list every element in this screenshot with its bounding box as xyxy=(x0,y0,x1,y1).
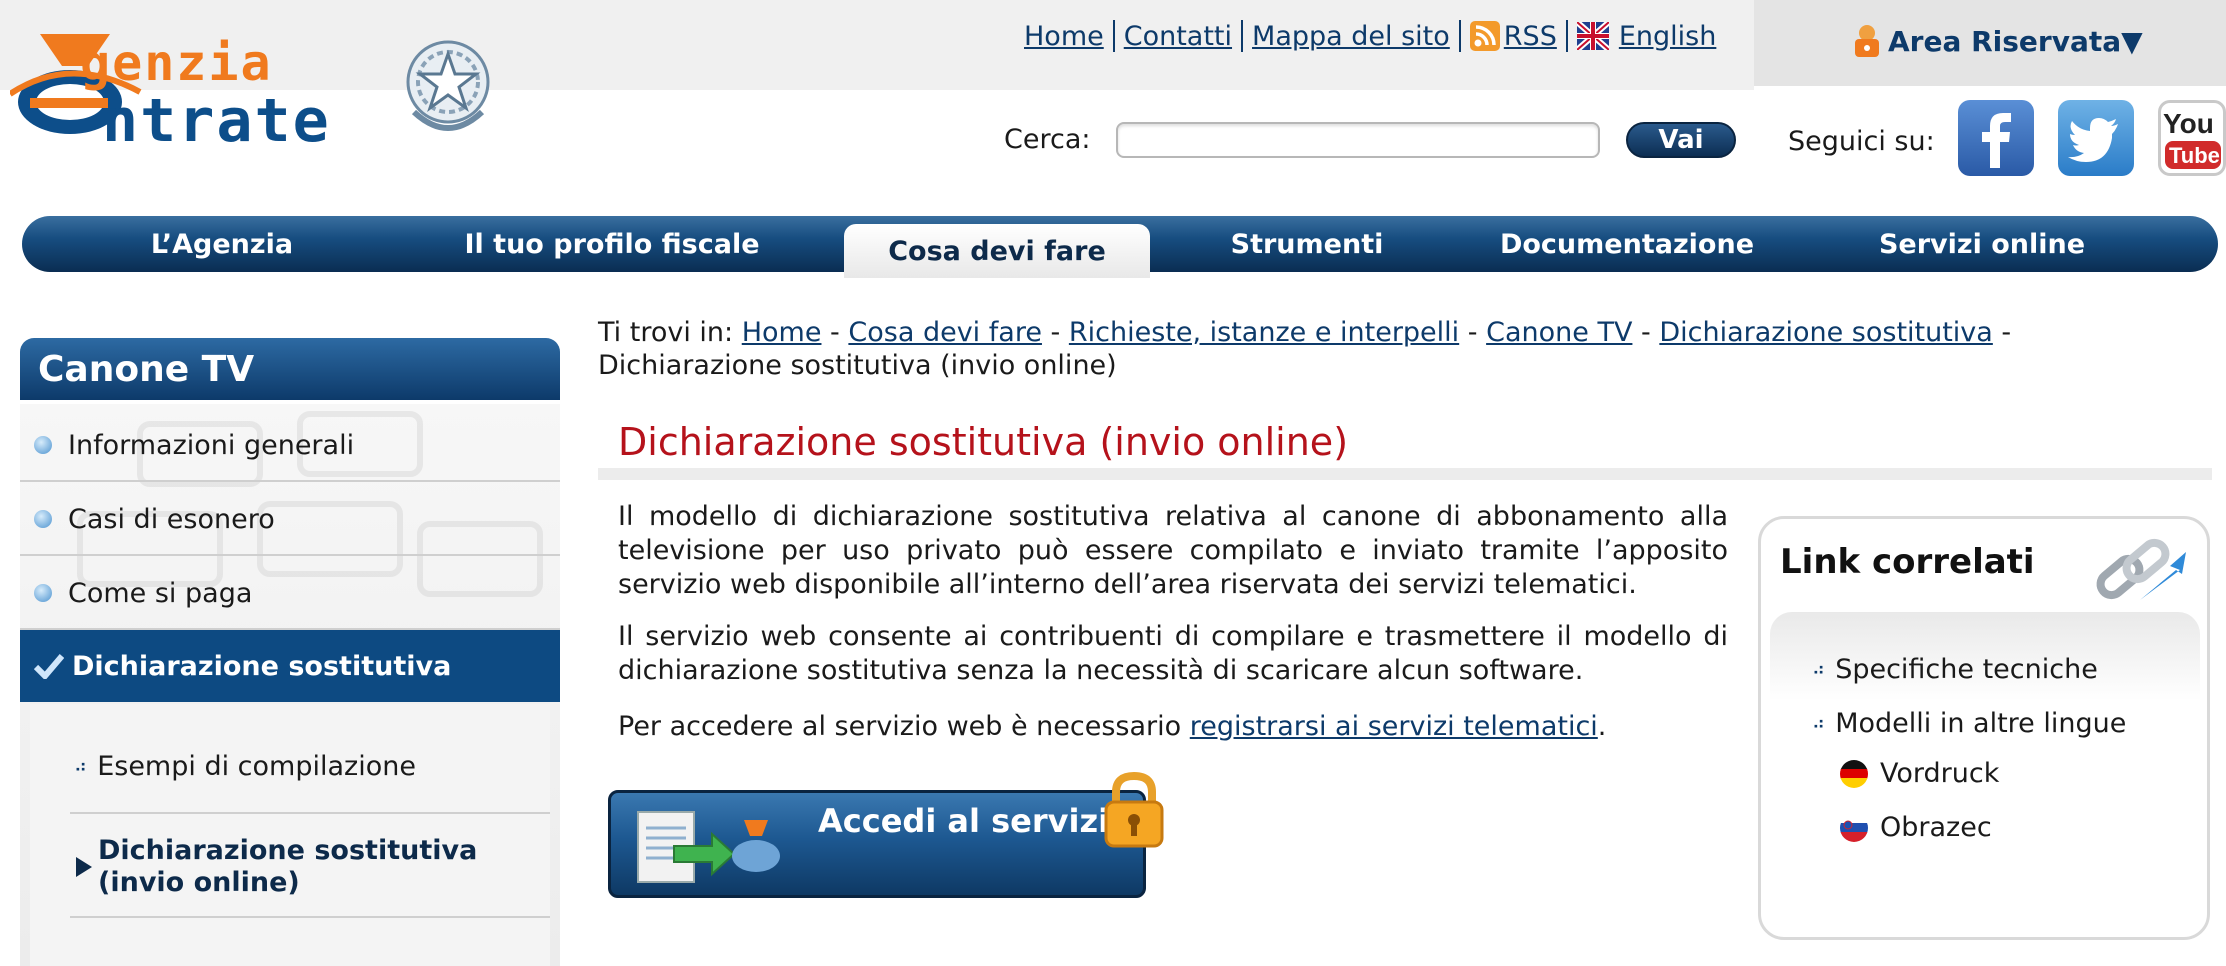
nav-item-documentazione[interactable]: Documentazione xyxy=(1462,216,1792,272)
breadcrumb-home[interactable]: Home xyxy=(742,317,822,348)
related-item-specifiche[interactable]: ⠴ Specifiche tecniche xyxy=(1808,654,2098,685)
document-transfer-icon xyxy=(637,811,780,883)
nav-item-profilo-fiscale[interactable]: Il tuo profilo fiscale xyxy=(422,216,802,272)
youtube-text-1: You xyxy=(2163,108,2214,139)
title-divider xyxy=(598,468,2212,480)
youtube-text-2: Tube xyxy=(2169,143,2220,168)
related-lang-label: Obrazec xyxy=(1880,812,1992,843)
related-lang-obrazec[interactable]: Obrazec xyxy=(1840,812,1992,843)
nav-item-strumenti[interactable]: Strumenti xyxy=(1172,216,1442,272)
bullet-icon xyxy=(34,584,52,602)
italian-emblem-icon xyxy=(406,40,490,131)
breadcrumb-separator: - xyxy=(1459,317,1487,348)
bullet-icon xyxy=(34,510,52,528)
link-separator xyxy=(1241,20,1244,52)
dots-bullet-icon: ⠴ xyxy=(74,755,88,777)
twitter-icon[interactable] xyxy=(2058,100,2134,176)
related-item-label: Specifiche tecniche xyxy=(1835,654,2098,685)
breadcrumb-cosa-devi-fare[interactable]: Cosa devi fare xyxy=(848,317,1042,348)
rss-icon[interactable] xyxy=(1469,21,1500,51)
sidebar-subitem-label: Esempi di compilazione xyxy=(97,750,416,782)
paragraph-3-text: Per accedere al servizio web è necessari… xyxy=(618,711,1190,742)
registrarsi-link[interactable]: registrarsi ai servizi telematici xyxy=(1190,711,1598,742)
youtube-icon[interactable]: You Tube xyxy=(2158,100,2226,176)
german-flag-icon xyxy=(1840,759,1868,788)
accedi-label: Accedi al servizio xyxy=(818,802,1132,840)
breadcrumb-canone-tv[interactable]: Canone TV xyxy=(1486,317,1632,348)
breadcrumb-separator: - xyxy=(1632,317,1660,348)
social-label: Seguici su: xyxy=(1788,126,1935,157)
related-lang-label: Vordruck xyxy=(1880,758,2000,789)
sidebar-title: Canone TV xyxy=(20,338,560,400)
search-label: Cerca: xyxy=(1004,124,1091,155)
breadcrumb-separator: - xyxy=(1992,317,2012,348)
area-riservata-menu[interactable]: Area Riservata▼ xyxy=(1852,18,2143,64)
uk-flag-icon[interactable] xyxy=(1576,22,1609,50)
dots-bullet-icon: ⠴ xyxy=(1812,713,1826,734)
user-lock-icon xyxy=(1855,25,1879,57)
dots-bullet-icon: ⠴ xyxy=(1812,659,1826,680)
nav-item-servizi-online[interactable]: Servizi online xyxy=(1822,216,2142,272)
check-icon xyxy=(34,654,64,679)
related-item-label: Modelli in altre lingue xyxy=(1835,708,2127,739)
breadcrumb-separator: - xyxy=(1041,317,1069,348)
related-links-title: Link correlati xyxy=(1780,542,2035,582)
search-go-button[interactable]: Vai xyxy=(1626,122,1736,158)
top-link-rss[interactable]: RSS xyxy=(1504,21,1557,52)
sidebar-item-esonero[interactable]: Casi di esonero xyxy=(20,484,560,556)
logo-line2: ntrate xyxy=(102,86,331,156)
breadcrumb-separator: - xyxy=(821,317,849,348)
nav-item-agenzia[interactable]: L’Agenzia xyxy=(102,216,342,272)
top-link-contatti[interactable]: Contatti xyxy=(1124,21,1232,52)
agenzia-entrate-logo[interactable]: genzia ntrate xyxy=(10,14,490,156)
page-title: Dichiarazione sostitutiva (invio online) xyxy=(618,420,1349,464)
breadcrumb-current: Dichiarazione sostitutiva (invio online) xyxy=(598,350,1117,381)
top-link-mappa[interactable]: Mappa del sito xyxy=(1252,21,1450,52)
link-separator xyxy=(1565,20,1568,52)
sidebar-item-label: Informazioni generali xyxy=(68,429,355,461)
area-riservata-label: Area Riservata▼ xyxy=(1888,24,2143,58)
top-links-bar: Home Contatti Mappa del sito RSS English xyxy=(1024,16,1716,56)
logo-line1: genzia xyxy=(80,34,273,92)
link-separator xyxy=(1458,20,1461,52)
top-link-english[interactable]: English xyxy=(1619,21,1717,52)
paragraph-1: Il modello di dichiarazione sostitutiva … xyxy=(618,501,1728,600)
sidebar-item-informazioni[interactable]: Informazioni generali xyxy=(20,410,560,482)
paragraph-3-end: . xyxy=(1597,711,1607,742)
triangle-right-icon xyxy=(76,857,92,877)
padlock-icon xyxy=(1104,771,1164,848)
nav-item-cosa-devi-fare[interactable]: Cosa devi fare xyxy=(844,224,1150,278)
bullet-icon xyxy=(34,436,52,454)
sidebar-item-dichiarazione[interactable]: Dichiarazione sostitutiva xyxy=(20,630,560,702)
sidebar-item-label: Dichiarazione sostitutiva xyxy=(72,650,452,682)
sidebar-subitem-invio-online[interactable]: Dichiarazione sostitutiva (invio online) xyxy=(70,818,550,918)
search-input[interactable] xyxy=(1116,122,1600,158)
sidebar-item-label: Casi di esonero xyxy=(68,503,275,535)
link-separator xyxy=(1112,20,1115,52)
slovenian-flag-icon xyxy=(1840,813,1868,842)
paragraph-2: Il servizio web consente ai contribuenti… xyxy=(618,621,1728,686)
breadcrumb-richieste[interactable]: Richieste, istanze e interpelli xyxy=(1069,317,1459,348)
sidebar-item-come-si-paga[interactable]: Come si paga xyxy=(20,558,560,630)
sidebar-subitem-label: Dichiarazione sostitutiva (invio online) xyxy=(98,835,478,898)
breadcrumb-dichiarazione[interactable]: Dichiarazione sostitutiva xyxy=(1659,317,1993,348)
breadcrumb: Ti trovi in: Home - Cosa devi fare - Ric… xyxy=(598,316,2178,382)
chain-link-icon xyxy=(2096,538,2186,600)
paragraph-3: Per accedere al servizio web è necessari… xyxy=(618,710,1728,744)
sidebar-subitem-esempi[interactable]: ⠴ Esempi di compilazione xyxy=(70,720,550,814)
sidebar-item-label: Come si paga xyxy=(68,577,253,609)
related-item-modelli[interactable]: ⠴ Modelli in altre lingue xyxy=(1808,708,2126,739)
facebook-icon[interactable] xyxy=(1958,100,2034,176)
related-lang-vordruck[interactable]: Vordruck xyxy=(1840,758,1999,789)
breadcrumb-prefix: Ti trovi in: xyxy=(598,317,734,348)
top-link-home[interactable]: Home xyxy=(1024,21,1104,52)
